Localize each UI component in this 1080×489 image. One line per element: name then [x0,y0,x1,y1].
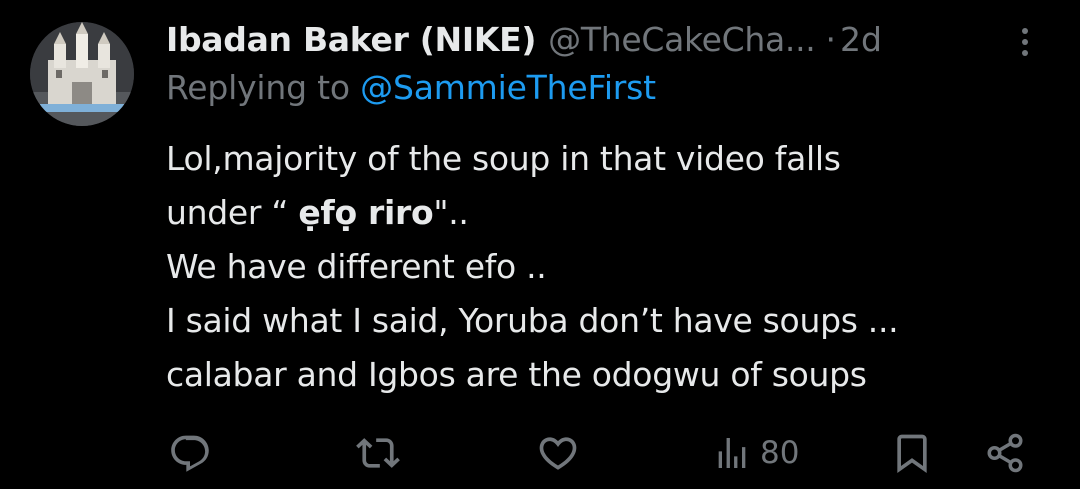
replying-to-label: Replying to [166,68,361,107]
repost-button[interactable] [356,425,400,481]
views-count: 80 [760,435,800,471]
like-button[interactable] [536,425,580,481]
tweet-text-line-2-end: ".. [433,193,469,232]
share-icon [987,433,1023,473]
bookmark-icon [897,434,927,474]
repost-icon [356,438,400,468]
author-handle[interactable]: @TheCakeCha... [548,20,816,59]
avatar[interactable] [30,22,134,126]
reply-button[interactable] [168,425,212,481]
reply-icon [171,435,209,472]
separator-dot: · [825,19,836,59]
tweet-header: Ibadan Baker (NIKE) @TheCakeCha... · 2d [166,14,1066,64]
tweet-text-bold-term: ẹfọ riro [298,193,434,232]
tweet-text-line-1: Lol,majority of the soup in that video f… [166,139,841,178]
tweet-text: Lol,majority of the soup in that video f… [166,132,1046,402]
author-display-name[interactable]: Ibadan Baker (NIKE) [166,20,536,59]
tweet-text-line-2-start: under “ [166,193,299,232]
views-icon [718,438,746,468]
tweet-text-line-4: I said what I said, Yoruba don’t have so… [166,301,899,340]
bookmark-button[interactable] [890,425,934,481]
replying-to: Replying to @SammieTheFirst [166,68,656,107]
tweet-text-line-3: We have different efo .. [166,247,547,286]
heart-icon [539,437,577,470]
tweet-text-line-2: under “ ẹfọ riro".. [166,186,1046,240]
more-vertical-icon[interactable] [1010,22,1040,62]
cake-castle-avatar-image [30,22,134,126]
views-button[interactable]: 80 [712,425,799,481]
tweet: Ibadan Baker (NIKE) @TheCakeCha... · 2d … [0,0,1080,489]
reply-target-link[interactable]: @SammieTheFirst [360,68,656,107]
action-bar: 80 [0,425,1080,481]
share-button[interactable] [984,425,1026,481]
timestamp[interactable]: 2d [840,20,882,59]
tweet-text-line-5: calabar and Igbos are the odogwu of soup… [166,355,867,394]
